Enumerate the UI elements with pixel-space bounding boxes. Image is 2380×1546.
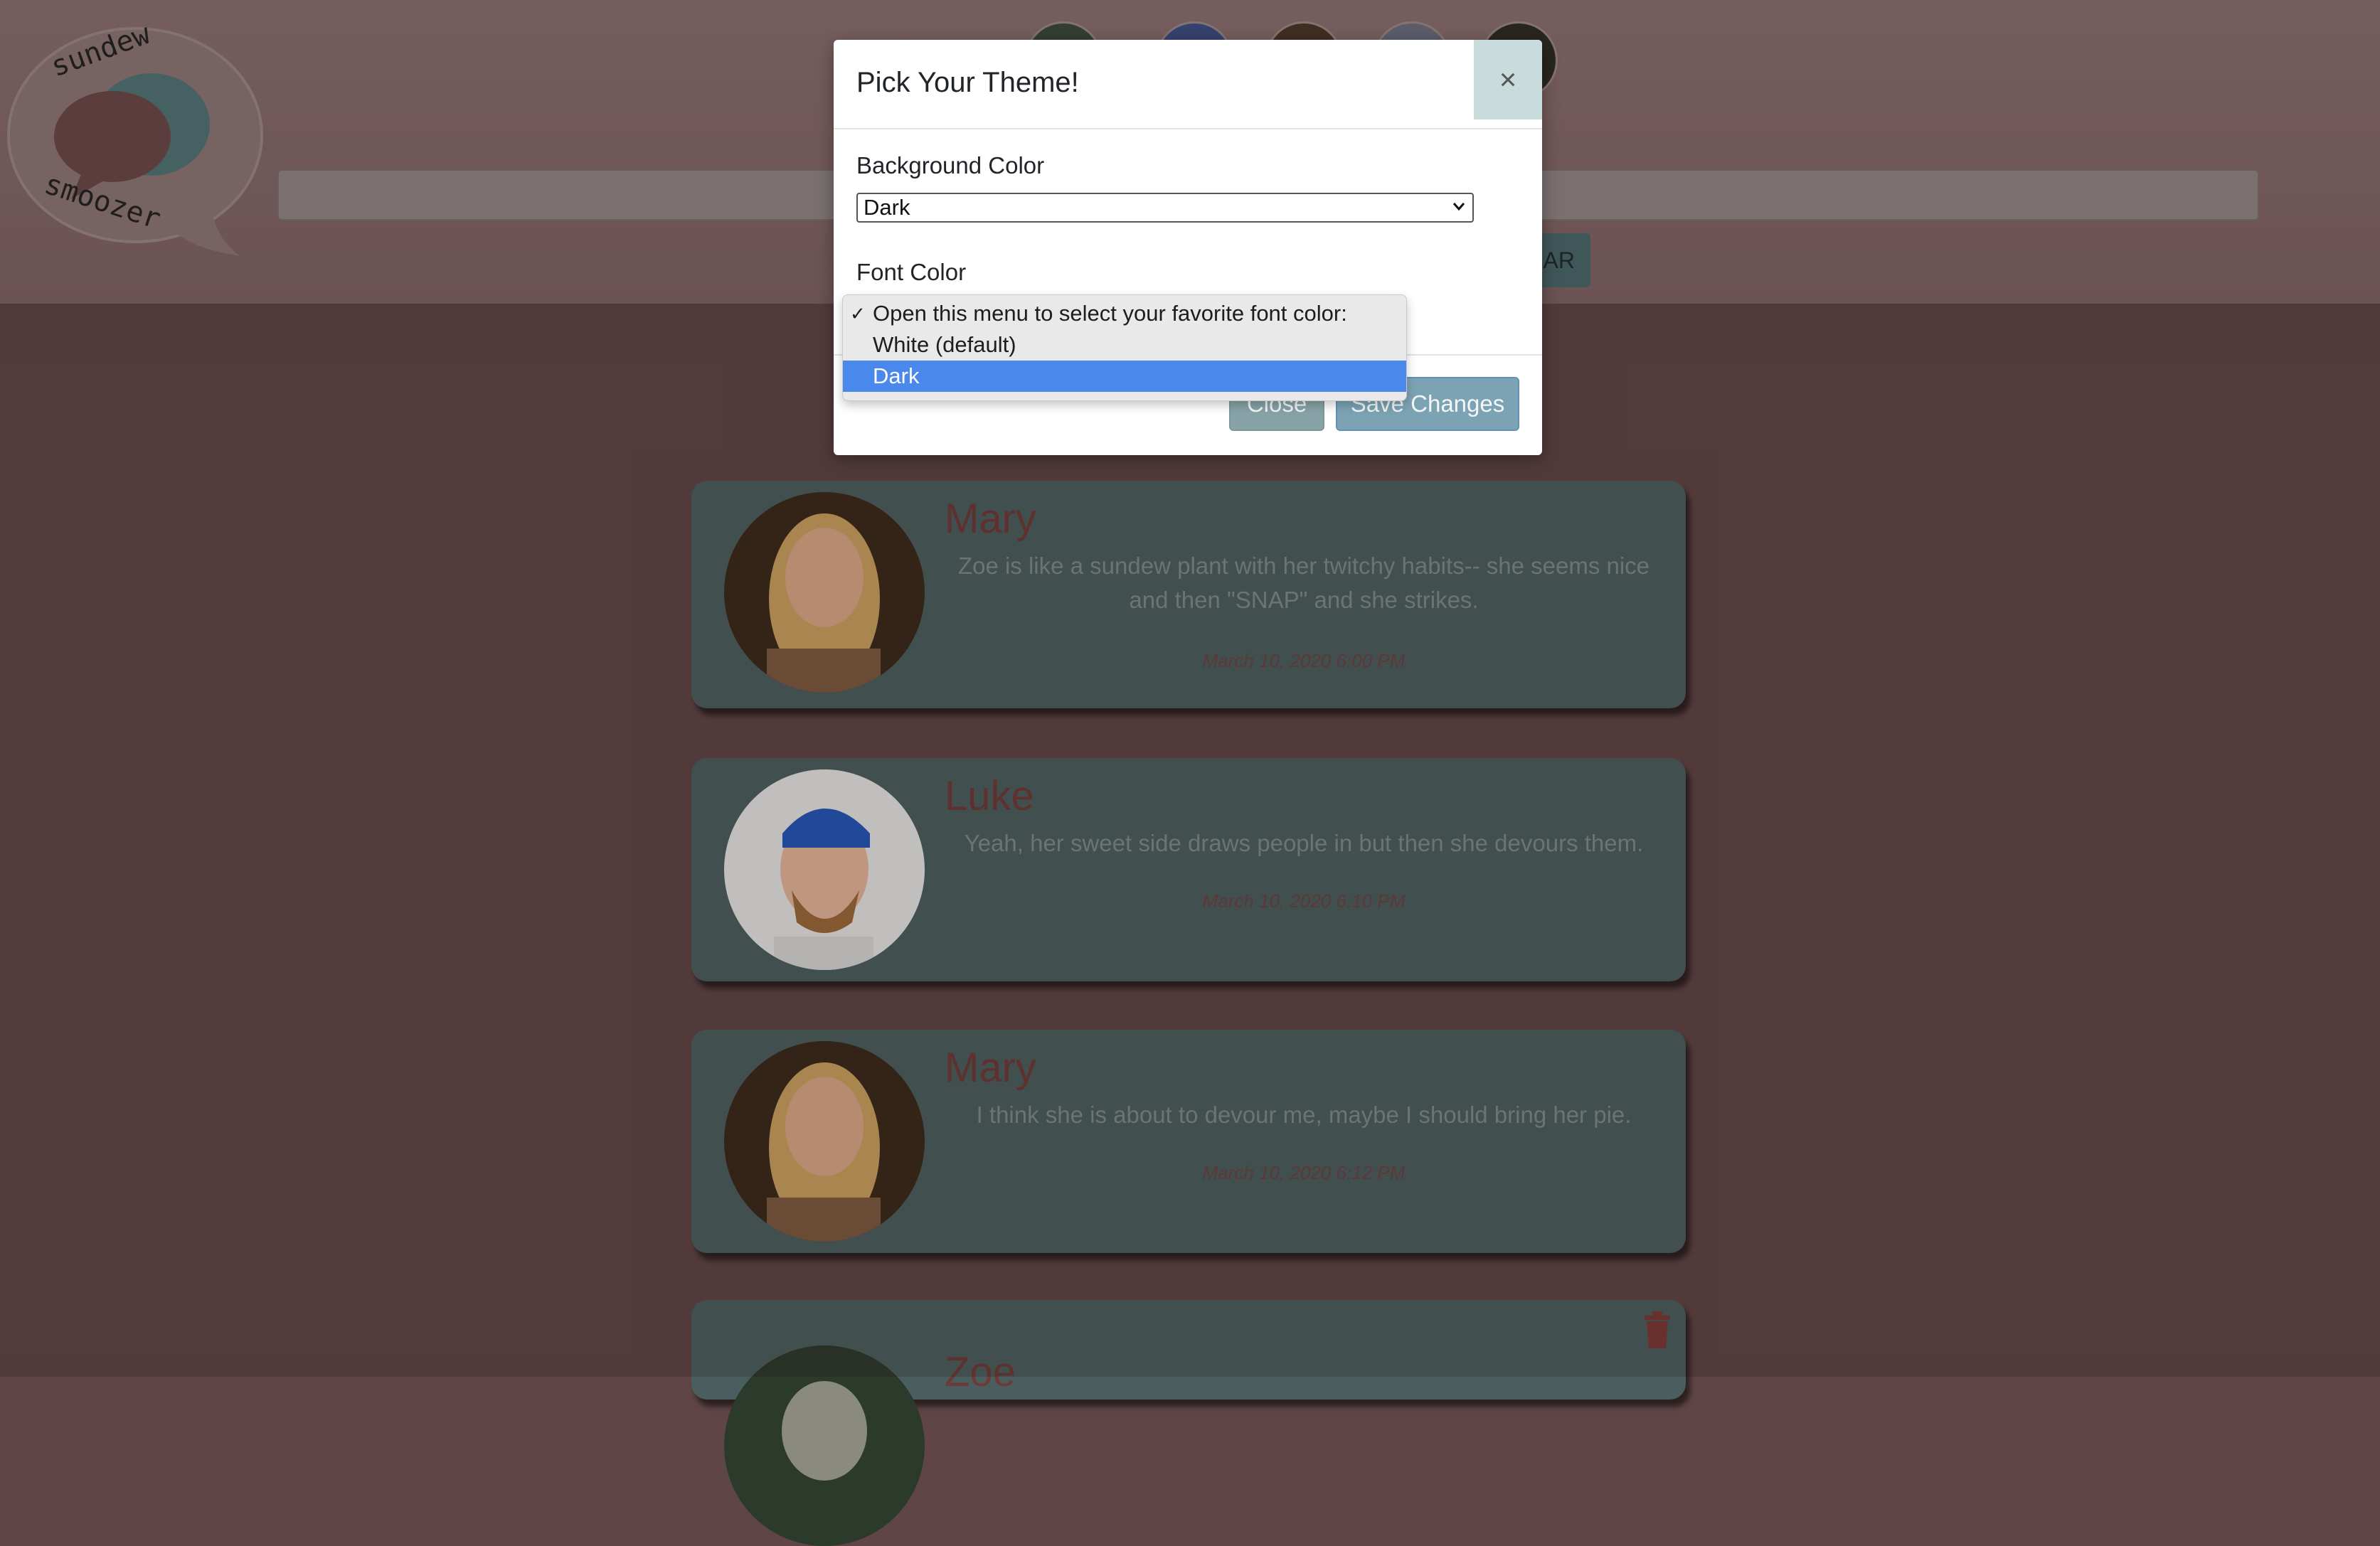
option-label: Open this menu to select your favorite f…	[873, 301, 1347, 326]
font-color-option-white[interactable]: White (default)	[843, 329, 1406, 361]
checkmark-icon: ✓	[850, 303, 866, 324]
font-color-dropdown-list[interactable]: ✓ Open this menu to select your favorite…	[842, 294, 1407, 401]
modal-header: Pick Your Theme! ×	[834, 40, 1542, 129]
font-color-option-dark[interactable]: Dark	[843, 361, 1406, 392]
option-label: Dark	[873, 363, 920, 388]
option-label: White (default)	[873, 332, 1016, 357]
background-color-select[interactable]: Dark	[856, 193, 1474, 223]
font-color-option-prompt[interactable]: ✓ Open this menu to select your favorite…	[843, 298, 1406, 329]
background-color-value: Dark	[864, 195, 910, 220]
font-color-label: Font Color	[856, 259, 967, 285]
dropdown-arrow-icon	[1452, 203, 1465, 211]
modal-title: Pick Your Theme!	[856, 67, 1079, 98]
close-icon[interactable]: ×	[1474, 40, 1542, 119]
background-color-label: Background Color	[856, 152, 1045, 178]
